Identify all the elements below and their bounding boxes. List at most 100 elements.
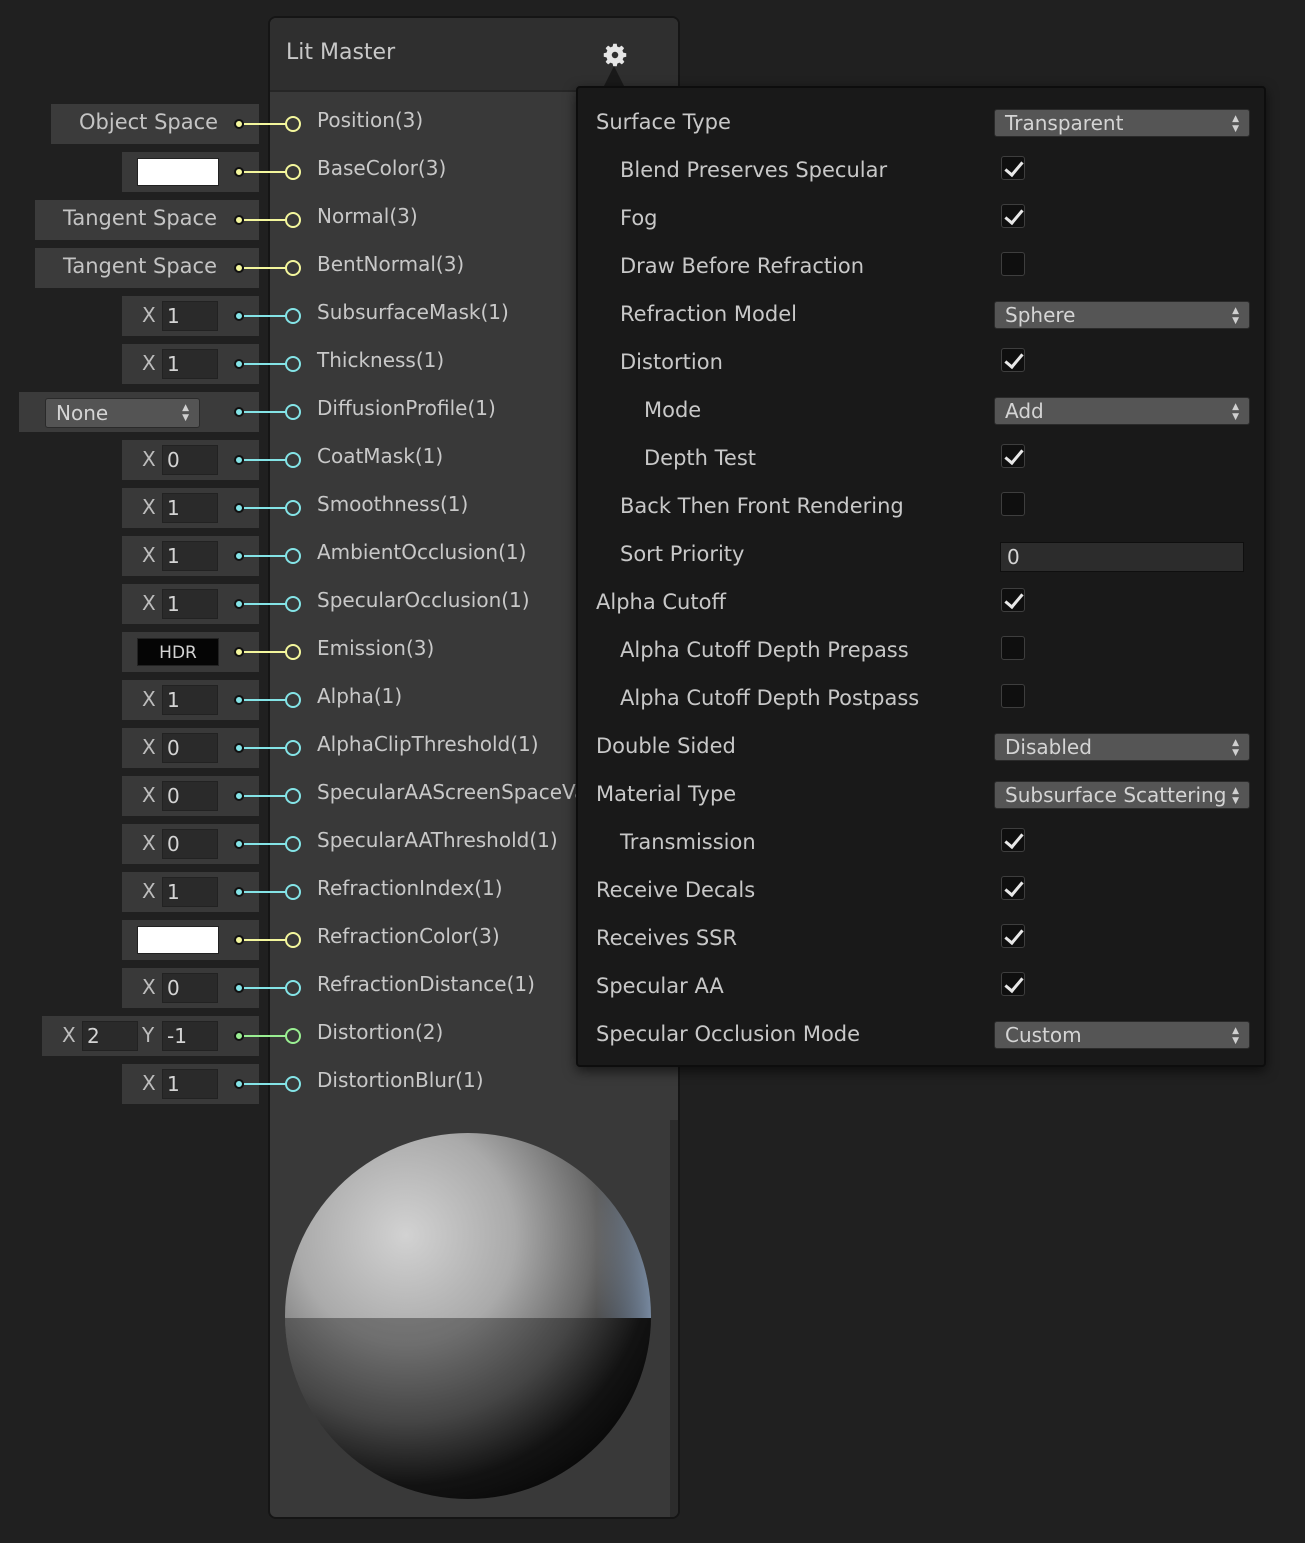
setting-dropdown[interactable]: Sphere ▲ ▼ (994, 301, 1250, 329)
port-input-space[interactable]: Tangent Space (35, 248, 259, 288)
setting-dropdown[interactable]: Transparent ▲ ▼ (994, 109, 1250, 137)
connection-dot[interactable] (234, 887, 244, 897)
setting-checkbox[interactable] (1001, 684, 1025, 708)
input-port-slot[interactable] (285, 740, 301, 756)
connection-wire (244, 219, 286, 221)
input-port-slot[interactable] (285, 500, 301, 516)
connection-dot[interactable] (234, 311, 244, 321)
input-port-slot[interactable] (285, 164, 301, 180)
connection-dot[interactable] (234, 407, 244, 417)
setting-label: Blend Preserves Specular (620, 158, 888, 182)
input-port-slot[interactable] (285, 596, 301, 612)
connection-wire (244, 747, 286, 749)
x-value-field[interactable]: 0 (162, 781, 218, 811)
port-input-vector2[interactable]: X 2 Y -1 (42, 1016, 259, 1056)
connection-dot[interactable] (234, 743, 244, 753)
setting-row: Sort Priority 0 (578, 520, 1268, 572)
input-port-slot[interactable] (285, 788, 301, 804)
setting-checkbox[interactable] (1001, 204, 1025, 228)
setting-checkbox[interactable] (1001, 972, 1025, 996)
port-label: Normal(3) (317, 204, 418, 228)
connection-dot[interactable] (234, 695, 244, 705)
setting-dropdown[interactable]: Custom ▲ ▼ (994, 1021, 1250, 1049)
connection-dot[interactable] (234, 839, 244, 849)
port-input-space[interactable]: Tangent Space (35, 200, 259, 240)
input-port-slot[interactable] (285, 932, 301, 948)
x-value-field[interactable]: 1 (162, 589, 218, 619)
settings-popup[interactable]: Surface Type Transparent ▲ ▼ Blend Preserves… (576, 86, 1266, 1067)
x-value-field[interactable]: 0 (162, 733, 218, 763)
x-label: X (142, 831, 156, 855)
connection-dot[interactable] (234, 1031, 244, 1041)
connection-dot[interactable] (234, 551, 244, 561)
input-port-slot[interactable] (285, 548, 301, 564)
x-value-field[interactable]: 1 (162, 877, 218, 907)
x-value-field[interactable]: 2 (82, 1021, 138, 1051)
input-port-slot[interactable] (285, 884, 301, 900)
x-value-field[interactable]: 1 (162, 1069, 218, 1099)
input-port-slot[interactable] (285, 308, 301, 324)
setting-checkbox[interactable] (1001, 636, 1025, 660)
connection-dot[interactable] (234, 263, 244, 273)
input-port-slot[interactable] (285, 980, 301, 996)
input-port-slot[interactable] (285, 116, 301, 132)
connection-dot[interactable] (234, 119, 244, 129)
input-port-slot[interactable] (285, 212, 301, 228)
setting-dropdown[interactable]: Add ▲ ▼ (994, 397, 1250, 425)
setting-label: Specular AA (596, 974, 724, 998)
connection-dot[interactable] (234, 983, 244, 993)
setting-checkbox[interactable] (1001, 348, 1025, 372)
connection-dot[interactable] (234, 359, 244, 369)
dropdown-value: Add (1005, 399, 1044, 423)
input-port-slot[interactable] (285, 1028, 301, 1044)
x-value-field[interactable]: 0 (162, 829, 218, 859)
x-label: X (142, 303, 156, 327)
setting-checkbox[interactable] (1001, 828, 1025, 852)
color-swatch[interactable] (137, 926, 219, 954)
input-port-slot[interactable] (285, 356, 301, 372)
input-port-slot[interactable] (285, 260, 301, 276)
setting-checkbox[interactable] (1001, 492, 1025, 516)
color-swatch[interactable] (137, 158, 219, 186)
x-value-field[interactable]: 1 (162, 301, 218, 331)
space-label: Tangent Space (63, 206, 217, 230)
x-value-field[interactable]: 1 (162, 685, 218, 715)
port-input-space[interactable]: Object Space (51, 104, 259, 144)
x-value-field[interactable]: 1 (162, 541, 218, 571)
x-value-field[interactable]: 1 (162, 349, 218, 379)
connection-dot[interactable] (234, 503, 244, 513)
hdr-color-swatch[interactable]: HDR (137, 638, 219, 666)
connection-dot[interactable] (234, 647, 244, 657)
setting-checkbox[interactable] (1001, 588, 1025, 612)
connection-dot[interactable] (234, 455, 244, 465)
input-port-slot[interactable] (285, 404, 301, 420)
setting-checkbox[interactable] (1001, 252, 1025, 276)
input-port-slot[interactable] (285, 1076, 301, 1092)
x-value-field[interactable]: 1 (162, 493, 218, 523)
setting-dropdown[interactable]: Disabled ▲ ▼ (994, 733, 1250, 761)
connection-dot[interactable] (234, 1079, 244, 1089)
input-port-slot[interactable] (285, 692, 301, 708)
connection-dot[interactable] (234, 215, 244, 225)
updown-arrows-icon: ▲ ▼ (1232, 306, 1239, 326)
connection-dot[interactable] (234, 599, 244, 609)
x-value-field[interactable]: 0 (162, 973, 218, 1003)
setting-checkbox[interactable] (1001, 924, 1025, 948)
input-port-slot[interactable] (285, 836, 301, 852)
setting-row: Draw Before Refraction (578, 232, 1268, 280)
input-port-slot[interactable] (285, 644, 301, 660)
setting-checkbox[interactable] (1001, 444, 1025, 468)
y-value-field[interactable]: -1 (162, 1021, 218, 1051)
setting-dropdown[interactable]: Subsurface Scattering ▲ ▼ (994, 781, 1250, 809)
port-input-dropdown[interactable]: None ▲ ▼ (19, 392, 259, 432)
connection-dot[interactable] (234, 167, 244, 177)
diffusion-profile-dropdown[interactable]: None ▲ ▼ (45, 398, 200, 428)
x-value-field[interactable]: 0 (162, 445, 218, 475)
connection-dot[interactable] (234, 791, 244, 801)
setting-checkbox[interactable] (1001, 156, 1025, 180)
connection-wire (244, 795, 286, 797)
connection-dot[interactable] (234, 935, 244, 945)
input-port-slot[interactable] (285, 452, 301, 468)
setting-checkbox[interactable] (1001, 876, 1025, 900)
material-preview[interactable] (268, 1116, 680, 1519)
